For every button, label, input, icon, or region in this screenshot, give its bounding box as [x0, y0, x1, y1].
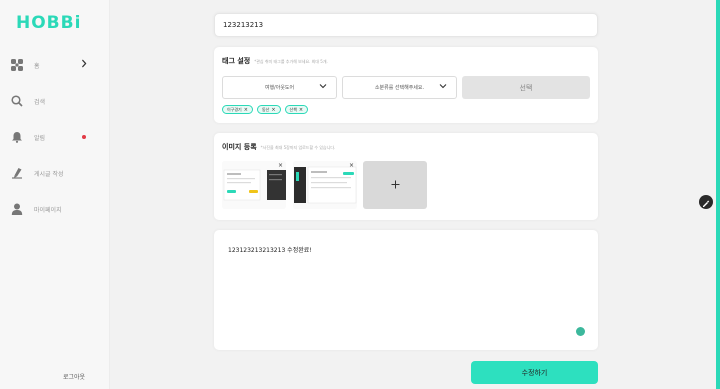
plus-icon [391, 178, 400, 192]
puzzle-icon [10, 58, 24, 72]
notification-dot [82, 135, 86, 139]
tag-chip[interactable]: 이구경기 × [222, 105, 253, 114]
sidebar-item-notifications[interactable]: 알림 [10, 127, 100, 147]
close-icon[interactable]: × [244, 107, 248, 113]
category-select[interactable]: 여행/아웃도어 [222, 76, 337, 99]
submit-edit-button[interactable]: 수정하기 [471, 361, 598, 384]
floating-edit-button[interactable] [699, 195, 713, 209]
close-icon[interactable]: × [299, 107, 303, 113]
content-text: 123123213213213 수정완료! [228, 247, 312, 254]
sidebar: HOBBi 홈 검색 알림 게시글 작성 마이페이지 로그아웃 [0, 0, 110, 389]
subcategory-select-value: 소분류를 선택해주세요. [374, 85, 425, 91]
tag-settings-title: 태그 설정 [222, 57, 251, 65]
subcategory-select[interactable]: 소분류를 선택해주세요. [342, 76, 457, 99]
sidebar-item-label: 알림 [34, 134, 46, 142]
image-upload-title: 이미지 등록 [222, 143, 257, 151]
tag-settings-hint: *관심 취미 태그를 추가해 보세요. 최대 5개. [254, 59, 328, 64]
close-icon[interactable]: × [271, 107, 275, 113]
select-tag-button[interactable]: 선택 [462, 76, 590, 99]
image-thumbnail[interactable]: × [222, 161, 286, 209]
tag-chip[interactable]: 산책 × [284, 105, 309, 114]
sidebar-item-write-post[interactable]: 게시글 작성 [10, 163, 100, 183]
tag-settings-card: 태그 설정 *관심 취미 태그를 추가해 보세요. 최대 5개. 여행/아웃도어 … [214, 47, 598, 123]
close-icon[interactable]: × [349, 162, 354, 169]
grammar-check-icon[interactable] [576, 327, 585, 340]
title-input[interactable]: 123213213 [214, 13, 598, 37]
image-thumbnail[interactable]: × [293, 161, 357, 209]
add-image-button[interactable] [363, 161, 427, 209]
image-upload-card: 이미지 등록 *사진을 최대 5장까지 업로드할 수 있습니다. × × [214, 133, 598, 220]
chevron-right-icon[interactable] [82, 59, 87, 71]
tag-chip-label: 동산 [261, 106, 270, 112]
screenshot-preview-image [222, 161, 286, 209]
tag-settings-heading: 태그 설정 *관심 취미 태그를 추가해 보세요. 최대 5개. [222, 56, 328, 66]
image-upload-hint: *사진을 최대 5장까지 업로드할 수 있습니다. [260, 145, 336, 150]
sidebar-item-label: 게시글 작성 [34, 170, 64, 178]
sidebar-item-label: 마이페이지 [34, 206, 62, 214]
sidebar-item-search[interactable]: 검색 [10, 91, 100, 111]
tag-chip[interactable]: 동산 × [256, 105, 281, 114]
tag-chip-list: 이구경기 × 동산 × 산책 × [222, 105, 309, 114]
chevron-down-icon [319, 82, 327, 90]
tag-chip-label: 이구경기 [227, 106, 242, 112]
page-scrollbar-thumb[interactable] [716, 0, 720, 389]
user-icon [10, 202, 24, 216]
sidebar-item-label: 홈 [34, 62, 40, 70]
sidebar-item-label: 검색 [34, 98, 46, 106]
pen-icon [10, 166, 24, 180]
sidebar-item-home[interactable]: 홈 [10, 55, 100, 75]
content-textarea[interactable]: 123123213213213 수정완료! [214, 230, 598, 350]
close-icon[interactable]: × [278, 162, 283, 169]
hobbi-logo[interactable]: HOBBi [16, 13, 81, 33]
logout-link[interactable]: 로그아웃 [63, 372, 85, 381]
sidebar-item-mypage[interactable]: 마이페이지 [10, 199, 100, 219]
tag-chip-label: 산책 [289, 106, 297, 112]
image-upload-heading: 이미지 등록 *사진을 최대 5장까지 업로드할 수 있습니다. [222, 142, 335, 152]
search-icon [10, 94, 24, 108]
screenshot-preview-image [293, 161, 357, 209]
chevron-down-icon [439, 82, 447, 90]
bell-icon [10, 130, 24, 144]
category-select-value: 여행/아웃도어 [264, 85, 295, 91]
edit-icon [702, 193, 710, 212]
